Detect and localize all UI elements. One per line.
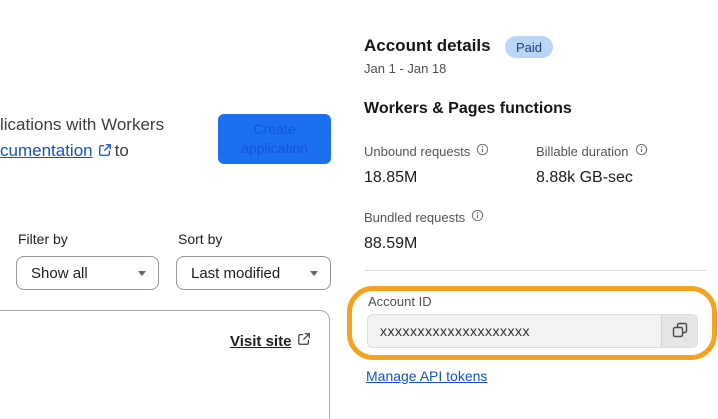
visit-site-link[interactable]: Visit site [230, 332, 311, 350]
date-range: Jan 1 - Jan 18 [364, 61, 447, 76]
sort-dropdown-value: Last modified [191, 264, 281, 282]
account-details-title: Account details [364, 36, 491, 55]
stat-value: 88.59M [364, 235, 418, 252]
intro-line-2-suffix: to [114, 141, 129, 160]
info-icon[interactable] [471, 209, 484, 225]
copy-icon [672, 322, 688, 341]
application-card [0, 310, 330, 419]
section-divider [364, 270, 706, 271]
filter-dropdown-value: Show all [31, 264, 88, 282]
screen: lications with Workers cumentation to Cre… [0, 0, 718, 419]
stat-value: 8.88k GB-sec [536, 169, 633, 186]
account-id-input[interactable] [368, 315, 661, 347]
stat-label: Billable duration [536, 143, 629, 159]
stat-label: Bundled requests [364, 209, 466, 225]
chevron-down-icon [138, 270, 146, 276]
stat-billable-duration: Billable duration 8.88k GB-sec [536, 143, 648, 187]
info-icon[interactable] [476, 143, 489, 159]
documentation-link[interactable]: cumentation [0, 141, 93, 160]
account-id-field [367, 314, 698, 348]
manage-api-tokens-link[interactable]: Manage API tokens [366, 368, 487, 384]
create-application-button[interactable]: Create application [218, 114, 331, 164]
info-icon[interactable] [635, 143, 648, 159]
external-link-icon [98, 139, 112, 165]
intro-line-1: lications with Workers [0, 112, 164, 138]
intro-text: lications with Workers cumentation to [0, 112, 164, 165]
sort-dropdown[interactable]: Last modified [176, 256, 331, 290]
stat-value: 18.85M [364, 169, 418, 186]
copy-button[interactable] [661, 315, 697, 347]
sort-by-label: Sort by [178, 231, 223, 247]
stat-unbound-requests: Unbound requests 18.85M [364, 143, 489, 187]
account-id-label: Account ID [368, 294, 432, 309]
intro-line-1-text: lications with Workers [0, 115, 165, 134]
chevron-down-icon [310, 270, 318, 276]
filter-by-label: Filter by [18, 231, 68, 247]
visit-site-label: Visit site [230, 332, 292, 350]
stat-label: Unbound requests [364, 143, 471, 159]
intro-line-2: cumentation to [0, 138, 164, 165]
workers-pages-functions-title: Workers & Pages functions [364, 100, 572, 117]
filter-dropdown[interactable]: Show all [16, 256, 159, 290]
stat-bundled-requests: Bundled requests 88.59M [364, 209, 484, 253]
paid-status-badge: Paid [505, 36, 554, 58]
external-link-icon [297, 332, 311, 350]
